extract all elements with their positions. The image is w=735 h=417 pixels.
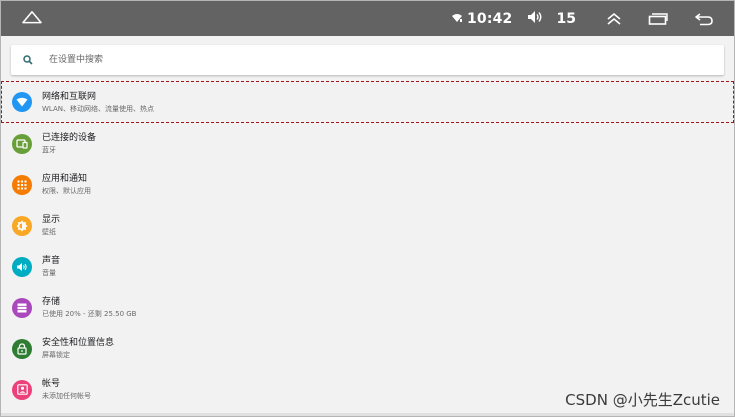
search-icon — [23, 55, 33, 65]
storage-icon — [12, 297, 32, 318]
item-title: 网络和互联网 — [42, 91, 97, 102]
expand-up-icon[interactable] — [606, 12, 622, 26]
item-subtitle: 壁纸 — [42, 228, 56, 236]
bottom-divider — [1, 413, 734, 416]
settings-item-sound[interactable]: 声音 音量 — [1, 246, 734, 287]
item-title: 存储 — [42, 297, 61, 307]
apps-icon — [12, 174, 32, 195]
item-subtitle: 屏幕锁定 — [42, 351, 70, 359]
item-subtitle: 已使用 20% - 还剩 25.50 GB — [42, 310, 137, 318]
settings-item-apps[interactable]: 应用和通知 权限、默认应用 — [1, 164, 734, 205]
settings-item-connected-devices[interactable]: 已连接的设备 蓝牙 — [1, 123, 734, 164]
lock-icon — [12, 338, 32, 359]
back-icon[interactable] — [694, 12, 714, 26]
item-title: 安全性和位置信息 — [42, 338, 115, 348]
settings-list: 网络和互联网 WLAN、移动网络、流量使用、热点 已连接的设备 蓝牙 应用和通知… — [1, 81, 734, 410]
settings-screen: 10:42 15 在设置中搜索 网络和互联网 WLAN、移动网络、流量使用、热点… — [0, 0, 735, 417]
account-icon — [12, 379, 32, 400]
item-title: 应用和通知 — [42, 174, 88, 184]
home-icon[interactable] — [21, 10, 43, 30]
volume-level: 15 — [556, 10, 576, 27]
display-icon — [12, 215, 32, 236]
connected-devices-icon — [12, 133, 32, 154]
item-subtitle: 权限、默认应用 — [42, 187, 91, 195]
recent-apps-icon[interactable] — [648, 12, 668, 25]
network-icon — [12, 92, 32, 112]
item-title: 显示 — [42, 215, 61, 225]
watermark-text: CSDN @小先生Zcutie — [565, 391, 720, 409]
wifi-icon — [451, 8, 463, 27]
settings-item-network[interactable]: 网络和互联网 WLAN、移动网络、流量使用、热点 — [1, 81, 734, 123]
item-subtitle: 蓝牙 — [42, 146, 56, 154]
item-title: 帐号 — [42, 379, 61, 389]
item-title: 声音 — [42, 256, 61, 266]
status-bar: 10:42 15 — [1, 1, 734, 36]
item-subtitle: WLAN、移动网络、流量使用、热点 — [42, 104, 155, 113]
volume-icon[interactable] — [527, 9, 543, 28]
search-bar[interactable] — [11, 45, 724, 75]
item-subtitle: 音量 — [42, 269, 56, 277]
item-title: 已连接的设备 — [42, 133, 97, 143]
settings-item-security[interactable]: 安全性和位置信息 屏幕锁定 — [1, 328, 734, 369]
item-subtitle: 未添加任何帐号 — [42, 392, 91, 400]
search-input[interactable] — [47, 54, 651, 66]
settings-item-display[interactable]: 显示 壁纸 — [1, 205, 734, 246]
clock-time: 10:42 — [466, 10, 513, 27]
settings-item-storage[interactable]: 存储 已使用 20% - 还剩 25.50 GB — [1, 287, 734, 328]
sound-icon — [12, 256, 32, 277]
